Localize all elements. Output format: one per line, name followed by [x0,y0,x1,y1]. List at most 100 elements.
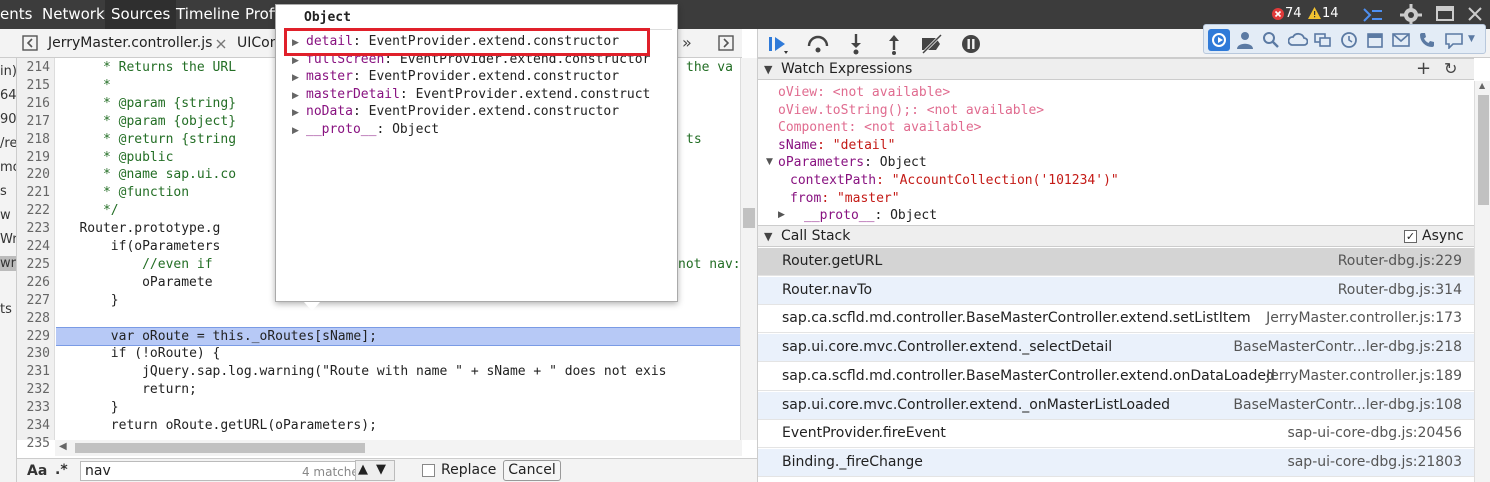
person-icon[interactable] [1236,31,1254,49]
expand-triangle-icon[interactable]: ▶ [292,56,299,66]
mail-icon[interactable] [1392,31,1410,49]
navigator-fragment[interactable]: Wr [0,232,16,247]
call-frame[interactable]: sap.ca.scfld.md.controller.BaseMasterCon… [758,305,1474,334]
watch-expressions-header[interactable]: ▼ Watch Expressions + ↻ [758,58,1474,80]
sidebar-vertical-scrollbar[interactable]: ▲ [1474,81,1490,482]
expand-triangle-icon[interactable]: ▶ [292,73,299,83]
error-icon[interactable] [1272,8,1284,20]
line-number[interactable]: 224 [27,239,50,254]
line-number[interactable]: 218 [27,132,50,147]
console-drawer-icon[interactable] [1362,7,1384,23]
collapse-triangle-icon[interactable]: ▼ [766,157,773,167]
expand-triangle-icon[interactable]: ▶ [292,91,299,101]
code-horizontal-scrollbar[interactable]: ◀ [55,440,742,456]
navigator-fragment[interactable]: /re [0,136,16,151]
call-frame-location[interactable]: JerryMaster.controller.js:189 [1266,368,1462,384]
call-frame-location[interactable]: Router-dbg.js:314 [1338,282,1462,298]
line-number[interactable]: 215 [27,78,50,93]
navigator-fragment[interactable]: mo [0,160,16,175]
line-number[interactable]: 225 [27,257,50,272]
watch-expression[interactable]: contextPath: "AccountCollection('101234'… [790,173,1119,188]
scroll-up-arrow-icon[interactable]: ▲ [1479,81,1485,90]
expand-triangle-icon[interactable]: ▶ [292,126,299,136]
toggle-debugger-icon[interactable] [718,35,734,51]
search-input[interactable]: nav 4 matches [80,461,372,481]
popover-property[interactable]: __proto__: Object [306,122,439,137]
tab-timeline[interactable]: Timeline [176,5,240,23]
resume-icon[interactable] [768,34,790,54]
previous-match-icon[interactable]: ▲ [358,462,368,477]
undock-icon[interactable] [1435,5,1455,23]
line-number[interactable]: 235 [27,436,50,451]
expand-triangle-icon[interactable]: ▶ [292,108,299,118]
line-number-gutter[interactable]: 214 215 216 217 218 219 220 221 222 223 224 225 226 2… [17,58,55,451]
tab-sources[interactable]: Sources [105,0,177,29]
tab-network[interactable]: Network [42,5,105,23]
line-number[interactable]: 214 [27,60,50,75]
call-frame[interactable]: Router.navTo Router-dbg.js:314 [758,276,1474,305]
popover-property[interactable]: masterDetail: EventProvider.extend.const… [306,87,650,102]
navigator-fragment[interactable]: in) [0,64,16,79]
call-frame[interactable]: sap.ui.core.mvc.Controller.extend._onMas… [758,391,1474,420]
line-number[interactable]: 226 [27,275,50,290]
tab-jerrymaster-controller[interactable]: JerryMaster.controller.js [48,35,212,51]
pause-on-exceptions-icon[interactable] [961,34,981,54]
call-frame[interactable]: EventProvider.fireEvent sap-ui-core-dbg.j… [758,420,1474,449]
line-number[interactable]: 222 [27,203,50,218]
search-icon[interactable] [1262,31,1280,49]
scroll-thumb[interactable] [1478,95,1489,205]
ext-dropdown-icon[interactable]: ▼ [1468,34,1475,44]
warning-count[interactable]: 14 [1322,6,1339,21]
watch-expression[interactable]: Component: <not available> [778,120,982,135]
call-frame-location[interactable]: JerryMaster.controller.js:173 [1266,310,1462,326]
popover-property[interactable]: master: EventProvider.extend.constructor [306,69,619,84]
watch-expression[interactable]: sName: "detail" [778,138,895,153]
replace-checkbox[interactable] [422,464,435,477]
calendar-icon[interactable] [1366,31,1384,49]
line-number[interactable]: 216 [27,96,50,111]
call-frame-location[interactable]: sap-ui-core-dbg.js:20456 [1287,425,1462,441]
watch-expression[interactable]: oView.toString();: <not available> [778,103,1044,118]
tab-elements[interactable]: ents [0,5,32,23]
refresh-watch-icon[interactable]: ↻ [1444,59,1457,78]
expand-triangle-icon[interactable]: ▶ [778,210,785,220]
settings-gear-icon[interactable] [1400,4,1422,26]
regex-toggle[interactable]: .* [55,462,68,478]
clock-icon[interactable] [1340,31,1358,49]
call-frame-location[interactable]: sap-ui-core-dbg.js:21803 [1287,454,1462,470]
folders-icon[interactable] [1314,31,1332,49]
code-vertical-scrollbar[interactable] [740,58,757,440]
step-into-icon[interactable] [848,33,864,55]
tab-overflow-icon[interactable]: » [682,33,692,52]
scroll-left-arrow-icon[interactable]: ◀ [59,441,67,452]
tab-profiles[interactable]: Profi [245,5,278,23]
watch-expression[interactable]: oView: <not available> [778,85,950,100]
watch-expression[interactable]: oParameters: Object [778,155,927,170]
navigator-fragment-selected[interactable]: wra [0,256,16,271]
line-number[interactable]: 234 [27,418,50,433]
call-frame-location[interactable]: BaseMasterContr...ler-dbg.js:218 [1233,339,1462,355]
scroll-thumb[interactable] [743,208,755,228]
warning-icon[interactable] [1308,7,1321,19]
line-number[interactable]: 223 [27,221,50,236]
scroll-thumb[interactable] [75,443,365,453]
phone-icon[interactable] [1418,31,1436,49]
cloud-sync-icon[interactable] [1288,31,1308,49]
chat-icon[interactable] [1444,31,1464,49]
call-frame[interactable]: sap.ui.core.mvc.Controller.extend._selec… [758,334,1474,363]
ext-selected-icon[interactable] [1208,29,1230,51]
close-icon[interactable] [1467,6,1483,22]
step-over-icon[interactable] [806,34,830,54]
watch-expression[interactable]: __proto__: Object [804,208,937,223]
line-number[interactable]: 233 [27,400,50,415]
call-stack-header[interactable]: ▼ Call Stack ✓ Async [758,225,1474,247]
line-number[interactable]: 221 [27,185,50,200]
navigator-fragment[interactable]: s [0,184,7,199]
deactivate-breakpoints-icon[interactable] [920,34,944,54]
error-count[interactable]: 74 [1285,6,1302,21]
async-checkbox[interactable]: ✓ [1404,230,1417,243]
call-frame[interactable]: Binding._fireChange sap-ui-core-dbg.js:21… [758,448,1474,477]
line-number[interactable]: 220 [27,167,50,182]
line-number[interactable]: 219 [27,150,50,165]
call-frame[interactable]: Router.getURL Router-dbg.js:229 [758,248,1474,276]
